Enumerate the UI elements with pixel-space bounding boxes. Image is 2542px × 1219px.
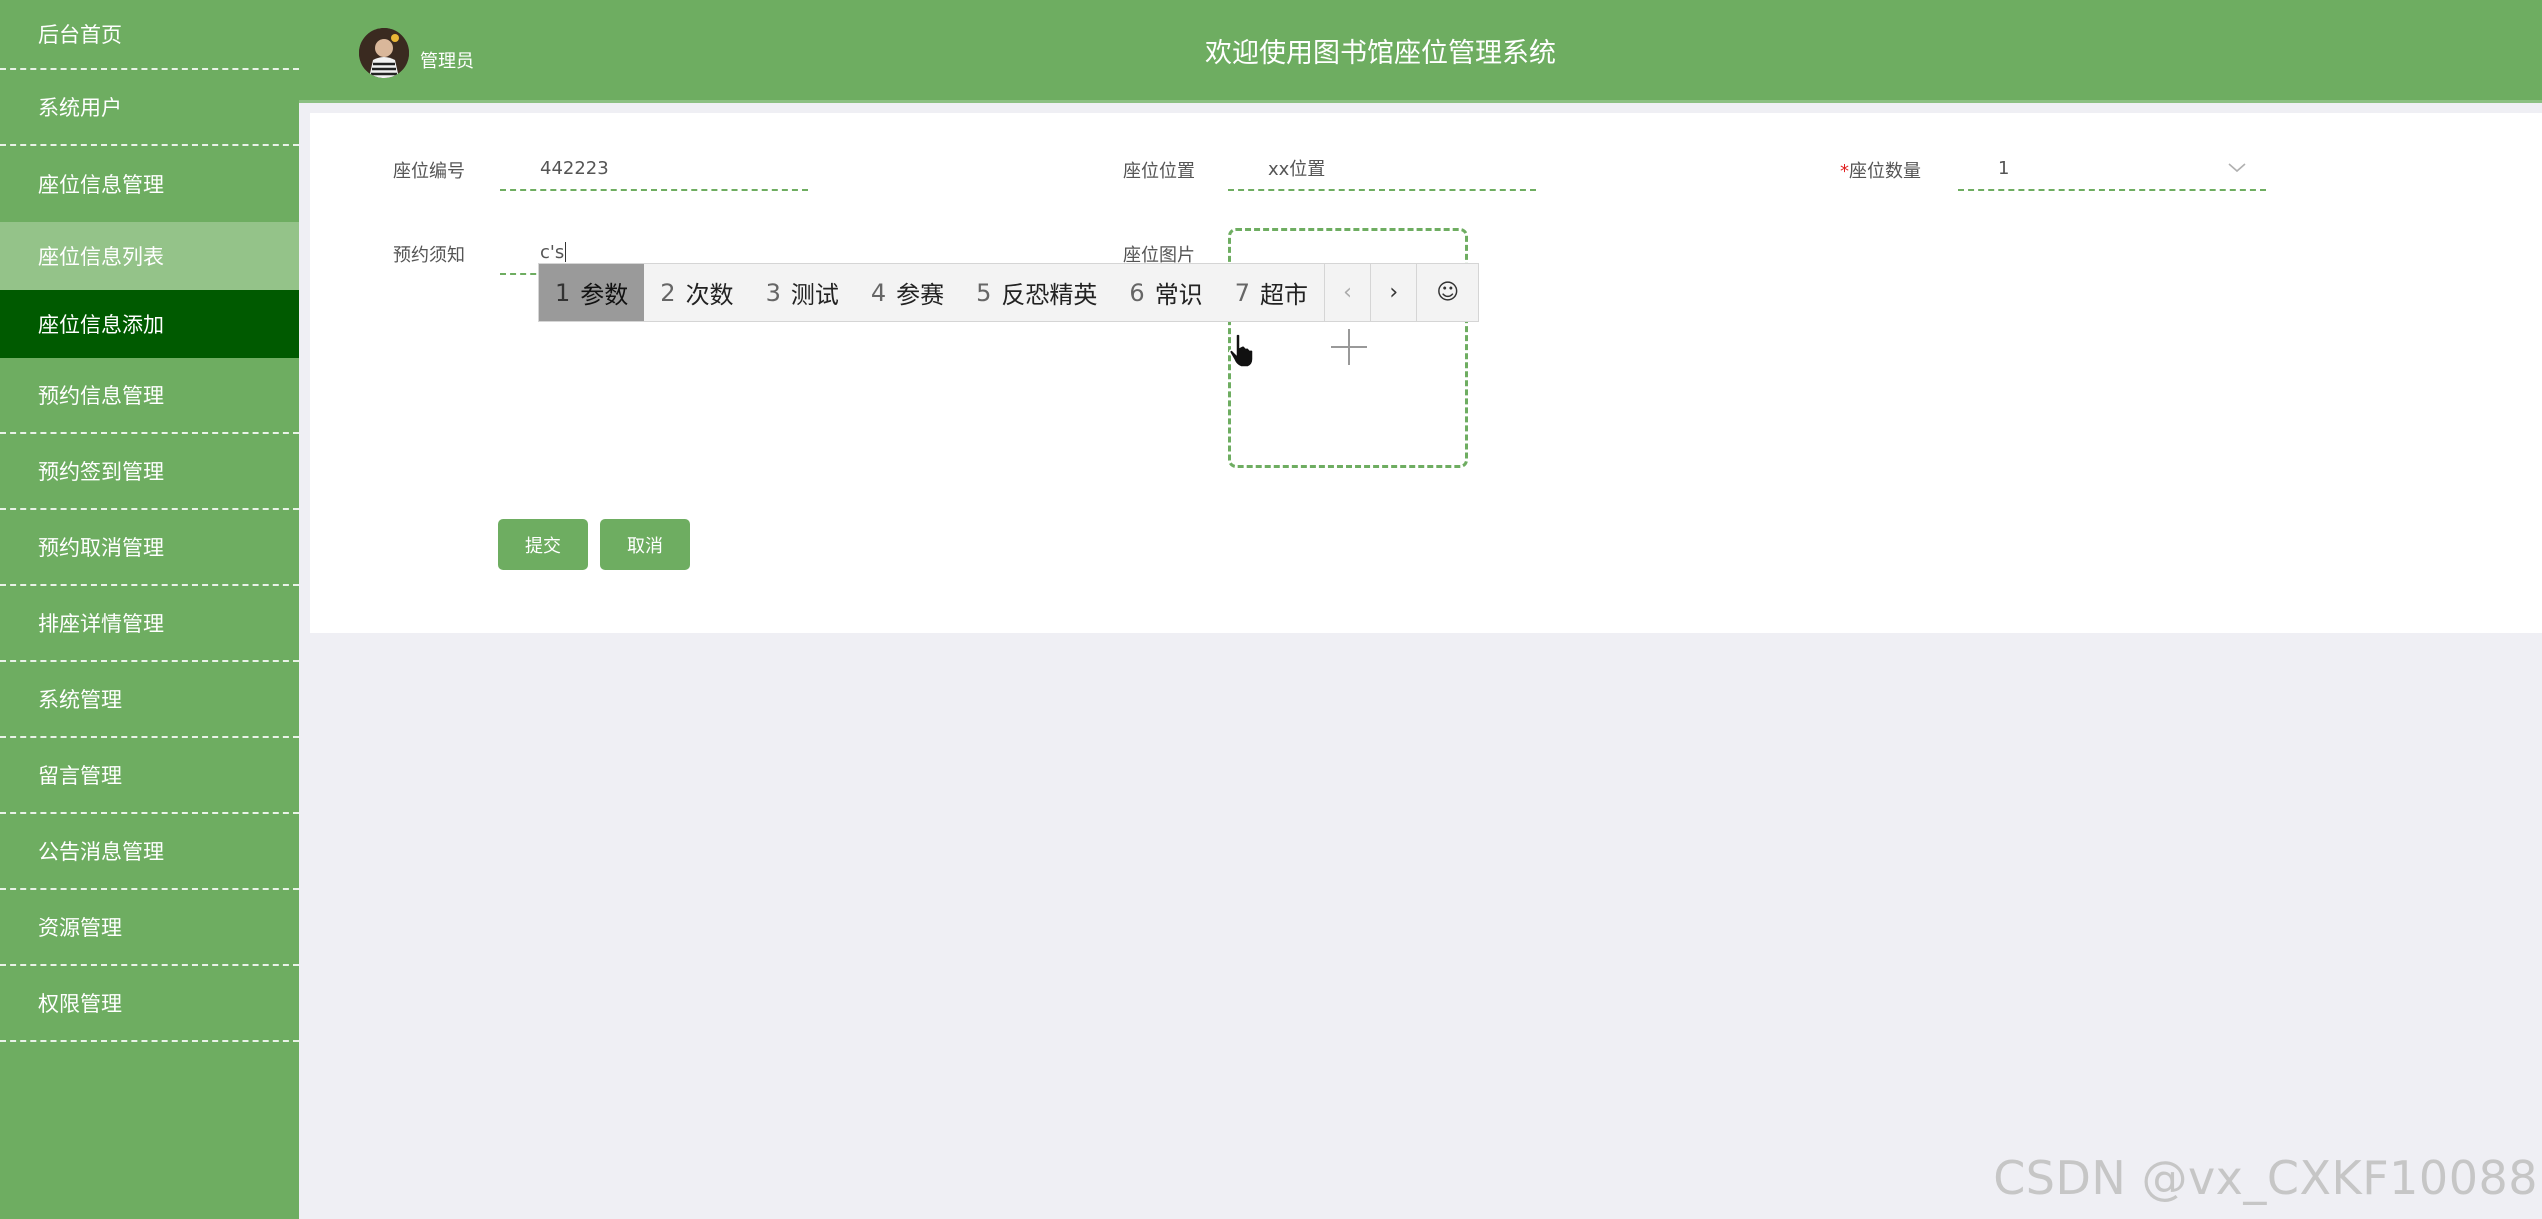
seat-location-input[interactable]: xx位置 [1228, 147, 1536, 191]
sidebar-item-seat-add[interactable]: 座位信息添加 [0, 290, 299, 358]
sidebar-item-label: 预约签到管理 [38, 460, 164, 484]
sidebar-item-label: 系统管理 [38, 688, 122, 712]
sidebar-item-announcement-management[interactable]: 公告消息管理 [0, 814, 299, 890]
sidebar-item-seat-list[interactable]: 座位信息列表 [0, 222, 299, 290]
seat-count-value: 1 [1998, 157, 2010, 179]
sidebar-item-label: 排座详情管理 [38, 612, 164, 636]
sidebar-item-checkin-management[interactable]: 预约签到管理 [0, 434, 299, 510]
sidebar-item-system-management[interactable]: 系统管理 [0, 662, 299, 738]
sidebar: 后台首页 系统用户 座位信息管理 座位信息列表 座位信息添加 预约信息管理 预约… [0, 0, 299, 1219]
watermark: CSDN @vx_CXKF10088 [1993, 1151, 2538, 1205]
seat-count-label: *座位数量 [1840, 157, 1921, 183]
top-header: 管理员 欢迎使用图书馆座位管理系统 [299, 0, 2542, 103]
seat-location-value: xx位置 [1268, 159, 1326, 180]
required-mark: * [1840, 161, 1849, 182]
emoji-icon[interactable]: ☺ [1416, 264, 1478, 321]
plus-icon [1331, 329, 1367, 365]
sidebar-item-label: 留言管理 [38, 764, 122, 788]
ime-candidate[interactable]: 7 超市 [1219, 264, 1324, 321]
chevron-right-icon[interactable]: › [1370, 264, 1416, 321]
sidebar-item-label: 座位信息管理 [38, 173, 164, 197]
ime-candidate[interactable]: 1 参数 [539, 264, 645, 321]
chevron-left-icon[interactable]: ‹ [1323, 264, 1370, 321]
seat-count-select[interactable]: 1 [1958, 147, 2266, 191]
booking-notes-value: c's [540, 241, 565, 263]
sidebar-item-label: 权限管理 [38, 992, 122, 1016]
ime-candidate[interactable]: 2 次数 [644, 264, 749, 321]
sidebar-item-resource-management[interactable]: 资源管理 [0, 890, 299, 966]
seat-count-label-text: 座位数量 [1849, 161, 1921, 182]
ime-candidate[interactable]: 5 反恐精英 [960, 264, 1113, 321]
sidebar-item-seat-management[interactable]: 座位信息管理 [0, 146, 299, 222]
seat-no-label: 座位编号 [393, 161, 465, 182]
sidebar-item-label: 预约信息管理 [38, 384, 164, 408]
text-caret [565, 242, 567, 262]
ime-candidate[interactable]: 3 测试 [750, 264, 855, 321]
hand-cursor-icon [1229, 333, 1254, 368]
sidebar-item-label: 资源管理 [38, 916, 122, 940]
seat-location-label: 座位位置 [1123, 161, 1195, 182]
ime-candidate[interactable]: 4 参赛 [855, 264, 960, 321]
sidebar-item-system-users[interactable]: 系统用户 [0, 70, 299, 146]
sidebar-item-cancel-management[interactable]: 预约取消管理 [0, 510, 299, 586]
cancel-button[interactable]: 取消 [600, 519, 690, 570]
sidebar-item-label: 后台首页 [38, 23, 122, 47]
sidebar-item-label: 预约取消管理 [38, 536, 164, 560]
ime-candidate[interactable]: 6 常识 [1113, 264, 1218, 321]
booking-notes-label: 预约须知 [393, 245, 465, 266]
sidebar-item-label: 公告消息管理 [38, 840, 164, 864]
sidebar-item-label: 座位信息添加 [38, 313, 164, 337]
ime-candidate-bar: 1 参数 2 次数 3 测试 4 参赛 5 反恐精英 6 常识 7 超市 ‹ › ☺ [538, 263, 1479, 322]
sidebar-item-label: 系统用户 [38, 96, 122, 120]
sidebar-item-seating-details[interactable]: 排座详情管理 [0, 586, 299, 662]
sidebar-item-message-management[interactable]: 留言管理 [0, 738, 299, 814]
seat-add-form: 座位编号 442223 座位位置 xx位置 *座位数量 1 预约须知 c's 座… [310, 113, 2542, 633]
seat-no-input[interactable]: 442223 [500, 147, 808, 191]
sidebar-item-label: 座位信息列表 [38, 245, 164, 269]
sidebar-item-permission-management[interactable]: 权限管理 [0, 966, 299, 1042]
seat-no-value: 442223 [540, 157, 609, 179]
sidebar-item-home[interactable]: 后台首页 [0, 0, 299, 70]
page-title: 欢迎使用图书馆座位管理系统 [1205, 38, 1556, 69]
sidebar-item-booking-management[interactable]: 预约信息管理 [0, 358, 299, 434]
chevron-down-icon [2228, 163, 2246, 173]
submit-button[interactable]: 提交 [498, 519, 588, 570]
